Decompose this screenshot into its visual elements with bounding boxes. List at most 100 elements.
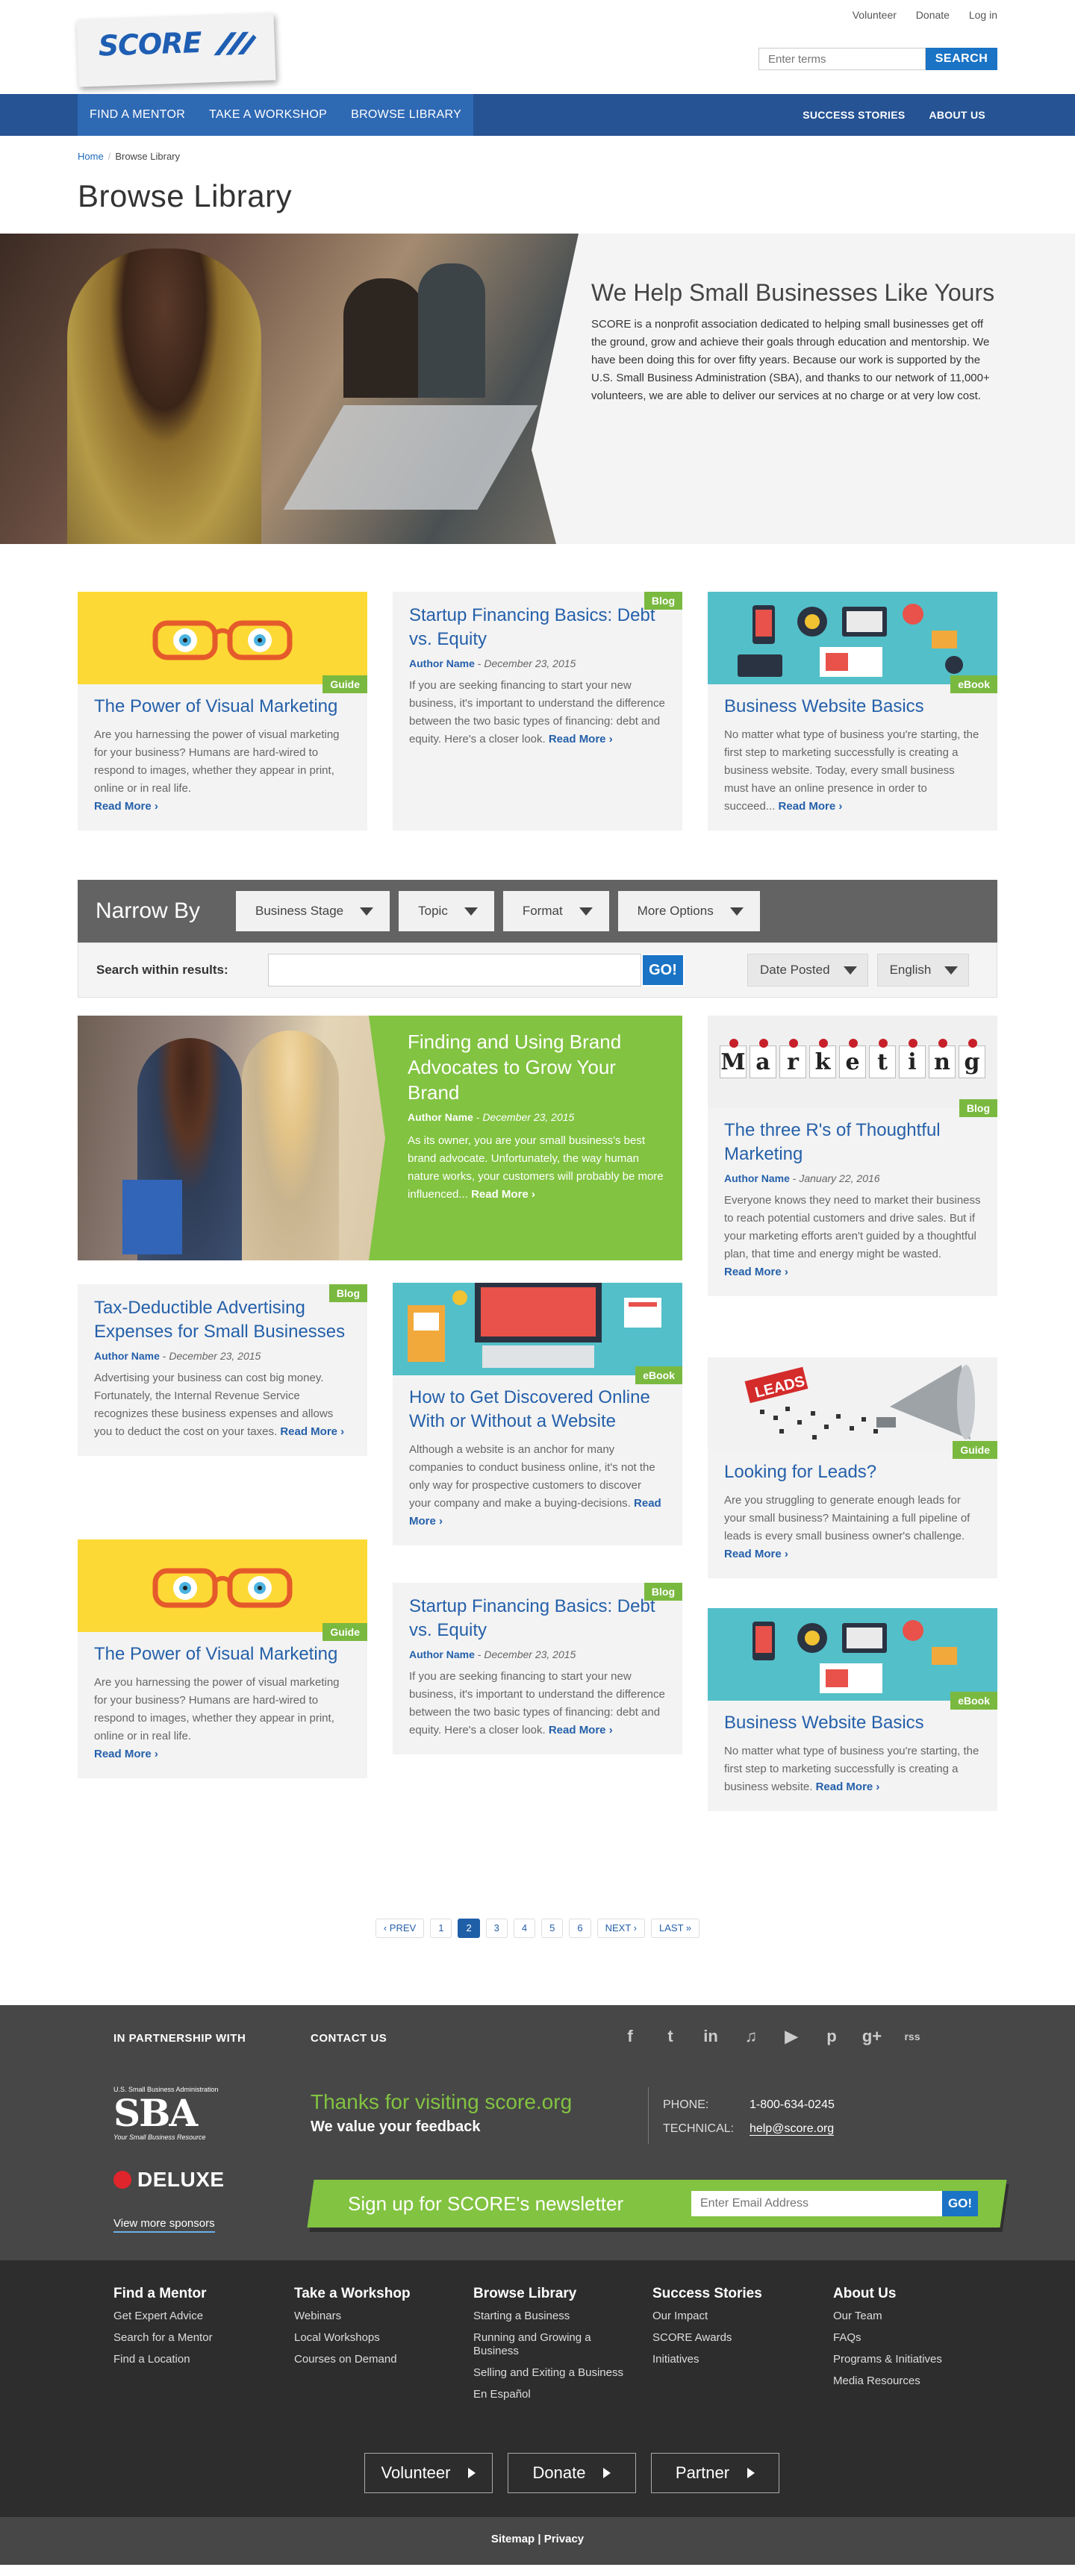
- card-get-discovered[interactable]: eBook How to Get Discovered Online With …: [393, 1283, 682, 1545]
- pager-prev[interactable]: ‹ PREV: [375, 1919, 425, 1938]
- volunteer-button[interactable]: Volunteer: [364, 2453, 493, 2493]
- pager-next[interactable]: NEXT ›: [596, 1919, 645, 1938]
- pager-page-1[interactable]: 1: [430, 1919, 452, 1938]
- read-more-link[interactable]: Read More ›: [779, 800, 843, 813]
- card-startup-financing[interactable]: Blog Startup Financing Basics: Debt vs. …: [393, 592, 682, 831]
- author-name[interactable]: Author Name: [94, 1350, 160, 1362]
- footer-link[interactable]: Webinars: [294, 2310, 466, 2323]
- read-more-link[interactable]: Read More ›: [94, 800, 158, 813]
- nav-browse-library[interactable]: BROWSE LIBRARY: [339, 94, 473, 136]
- support-email-link[interactable]: help@score.org: [750, 2122, 835, 2136]
- featured-title[interactable]: Finding and Using Brand Advocates to Gro…: [408, 1029, 669, 1105]
- footer-col-title[interactable]: Browse Library: [473, 2286, 630, 2302]
- facebook-icon[interactable]: f: [620, 2026, 641, 2047]
- language-select[interactable]: English: [876, 954, 970, 987]
- footer-link[interactable]: Find a Location: [113, 2353, 285, 2366]
- footer-col-title[interactable]: About Us: [833, 2286, 962, 2302]
- newsletter-email-input[interactable]: [691, 2191, 942, 2216]
- card-title[interactable]: How to Get Discovered Online With or Wit…: [409, 1386, 666, 1434]
- donate-button[interactable]: Donate: [508, 2453, 636, 2493]
- donate-link[interactable]: Donate: [916, 9, 950, 21]
- footer-link[interactable]: Selling and Exiting a Business: [473, 2366, 630, 2380]
- volunteer-link[interactable]: Volunteer: [853, 9, 897, 21]
- footer-link[interactable]: SCORE Awards: [652, 2331, 824, 2345]
- footer-col-title[interactable]: Take a Workshop: [294, 2286, 466, 2302]
- filter-more-options[interactable]: More Options: [617, 891, 760, 931]
- nav-find-a-mentor[interactable]: FIND A MENTOR: [78, 94, 197, 136]
- card-title[interactable]: Business Website Basics: [724, 1711, 981, 1735]
- card-startup-financing-2[interactable]: Blog Startup Financing Basics: Debt vs. …: [393, 1583, 682, 1754]
- card-title[interactable]: Startup Financing Basics: Debt vs. Equit…: [409, 604, 666, 651]
- card-visual-marketing[interactable]: Guide The Power of Visual Marketing Are …: [78, 592, 367, 831]
- footer-link[interactable]: Search for a Mentor: [113, 2331, 285, 2345]
- featured-article[interactable]: Finding and Using Brand Advocates to Gro…: [78, 1016, 682, 1260]
- newsletter-go-button[interactable]: GO!: [942, 2191, 978, 2216]
- footer-link[interactable]: Starting a Business: [473, 2310, 630, 2323]
- read-more-link[interactable]: Read More ›: [549, 1724, 613, 1736]
- author-name[interactable]: Author Name: [724, 1172, 790, 1184]
- twitter-icon[interactable]: t: [660, 2026, 681, 2047]
- phone-number[interactable]: 1-800-634-0245: [750, 2098, 835, 2111]
- linkedin-icon[interactable]: in: [700, 2026, 721, 2047]
- pager-page-4[interactable]: 4: [513, 1919, 536, 1938]
- footer-link[interactable]: Our Impact: [652, 2310, 824, 2323]
- feedback-text[interactable]: We value your feedback: [311, 2119, 481, 2136]
- search-within-go-button[interactable]: GO!: [641, 954, 685, 987]
- pager-page-6[interactable]: 6: [569, 1919, 591, 1938]
- card-website-basics-2[interactable]: eBook Business Website Basics No matter …: [708, 1608, 997, 1811]
- pinterest-icon[interactable]: p: [821, 2026, 842, 2047]
- read-more-link[interactable]: Read More ›: [549, 733, 613, 745]
- read-more-link[interactable]: Read More ›: [280, 1425, 344, 1438]
- read-more-link[interactable]: Read More ›: [724, 1266, 788, 1278]
- pager-last[interactable]: LAST »: [651, 1919, 700, 1938]
- card-title[interactable]: Business Website Basics: [724, 695, 981, 719]
- music-icon[interactable]: ♫: [741, 2026, 761, 2047]
- footer-link[interactable]: Our Team: [833, 2310, 962, 2323]
- nav-take-a-workshop[interactable]: TAKE A WORKSHOP: [197, 94, 339, 136]
- card-title[interactable]: Startup Financing Basics: Debt vs. Equit…: [409, 1595, 666, 1642]
- filter-format[interactable]: Format: [502, 891, 609, 931]
- search-within-input[interactable]: [268, 954, 641, 987]
- googleplus-icon[interactable]: g+: [861, 2026, 882, 2047]
- footer-link[interactable]: Media Resources: [833, 2375, 962, 2388]
- footer-link[interactable]: Courses on Demand: [294, 2353, 466, 2366]
- score-logo[interactable]: SCORE: [76, 13, 276, 87]
- footer-link[interactable]: Get Expert Advice: [113, 2310, 285, 2323]
- card-visual-marketing-2[interactable]: Guide The Power of Visual Marketing Are …: [78, 1539, 367, 1778]
- sort-select[interactable]: Date Posted: [747, 954, 868, 987]
- read-more-link[interactable]: Read More ›: [816, 1781, 880, 1793]
- footer-col-title[interactable]: Find a Mentor: [113, 2286, 285, 2302]
- read-more-link[interactable]: Read More ›: [724, 1548, 788, 1560]
- footer-link[interactable]: Running and Growing a Business: [473, 2331, 630, 2358]
- footer-link[interactable]: Initiatives: [652, 2353, 824, 2366]
- card-looking-for-leads[interactable]: LEADS Guide Looking for Leads? Are you s…: [708, 1357, 997, 1578]
- author-name[interactable]: Author Name: [408, 1111, 473, 1123]
- sba-logo[interactable]: U.S. Small Business Administration SBA Y…: [113, 2086, 225, 2141]
- card-title[interactable]: The Power of Visual Marketing: [94, 695, 351, 719]
- search-button[interactable]: SEARCH: [926, 48, 997, 70]
- card-title[interactable]: The three R's of Thoughtful Marketing: [724, 1119, 981, 1166]
- author-name[interactable]: Author Name: [409, 1648, 475, 1660]
- footer-link[interactable]: En Español: [473, 2388, 630, 2401]
- filter-topic[interactable]: Topic: [399, 891, 494, 931]
- pager-page-2-current[interactable]: 2: [458, 1919, 480, 1938]
- footer-link[interactable]: Local Workshops: [294, 2331, 466, 2345]
- partner-button[interactable]: Partner: [651, 2453, 779, 2493]
- login-link[interactable]: Log in: [969, 9, 997, 21]
- card-title[interactable]: The Power of Visual Marketing: [94, 1642, 351, 1666]
- pager-page-5[interactable]: 5: [541, 1919, 564, 1938]
- deluxe-logo[interactable]: DELUXE: [113, 2168, 225, 2192]
- card-tax-deductible[interactable]: Blog Tax-Deductible Advertising Expenses…: [78, 1284, 367, 1456]
- card-title[interactable]: Looking for Leads?: [724, 1460, 981, 1484]
- card-title[interactable]: Tax-Deductible Advertising Expenses for …: [94, 1296, 351, 1344]
- sitemap-privacy-links[interactable]: Sitemap | Privacy: [491, 2533, 584, 2545]
- read-more-link[interactable]: Read More ›: [471, 1188, 535, 1201]
- nav-about-us[interactable]: ABOUT US: [917, 109, 997, 121]
- footer-col-title[interactable]: Success Stories: [652, 2286, 824, 2302]
- filter-business-stage[interactable]: Business Stage: [236, 891, 390, 931]
- breadcrumb-home[interactable]: Home: [78, 151, 104, 162]
- pager-page-3[interactable]: 3: [485, 1919, 508, 1938]
- youtube-icon[interactable]: ▶: [781, 2026, 802, 2047]
- read-more-link[interactable]: Read More ›: [94, 1748, 158, 1760]
- footer-link[interactable]: FAQs: [833, 2331, 962, 2345]
